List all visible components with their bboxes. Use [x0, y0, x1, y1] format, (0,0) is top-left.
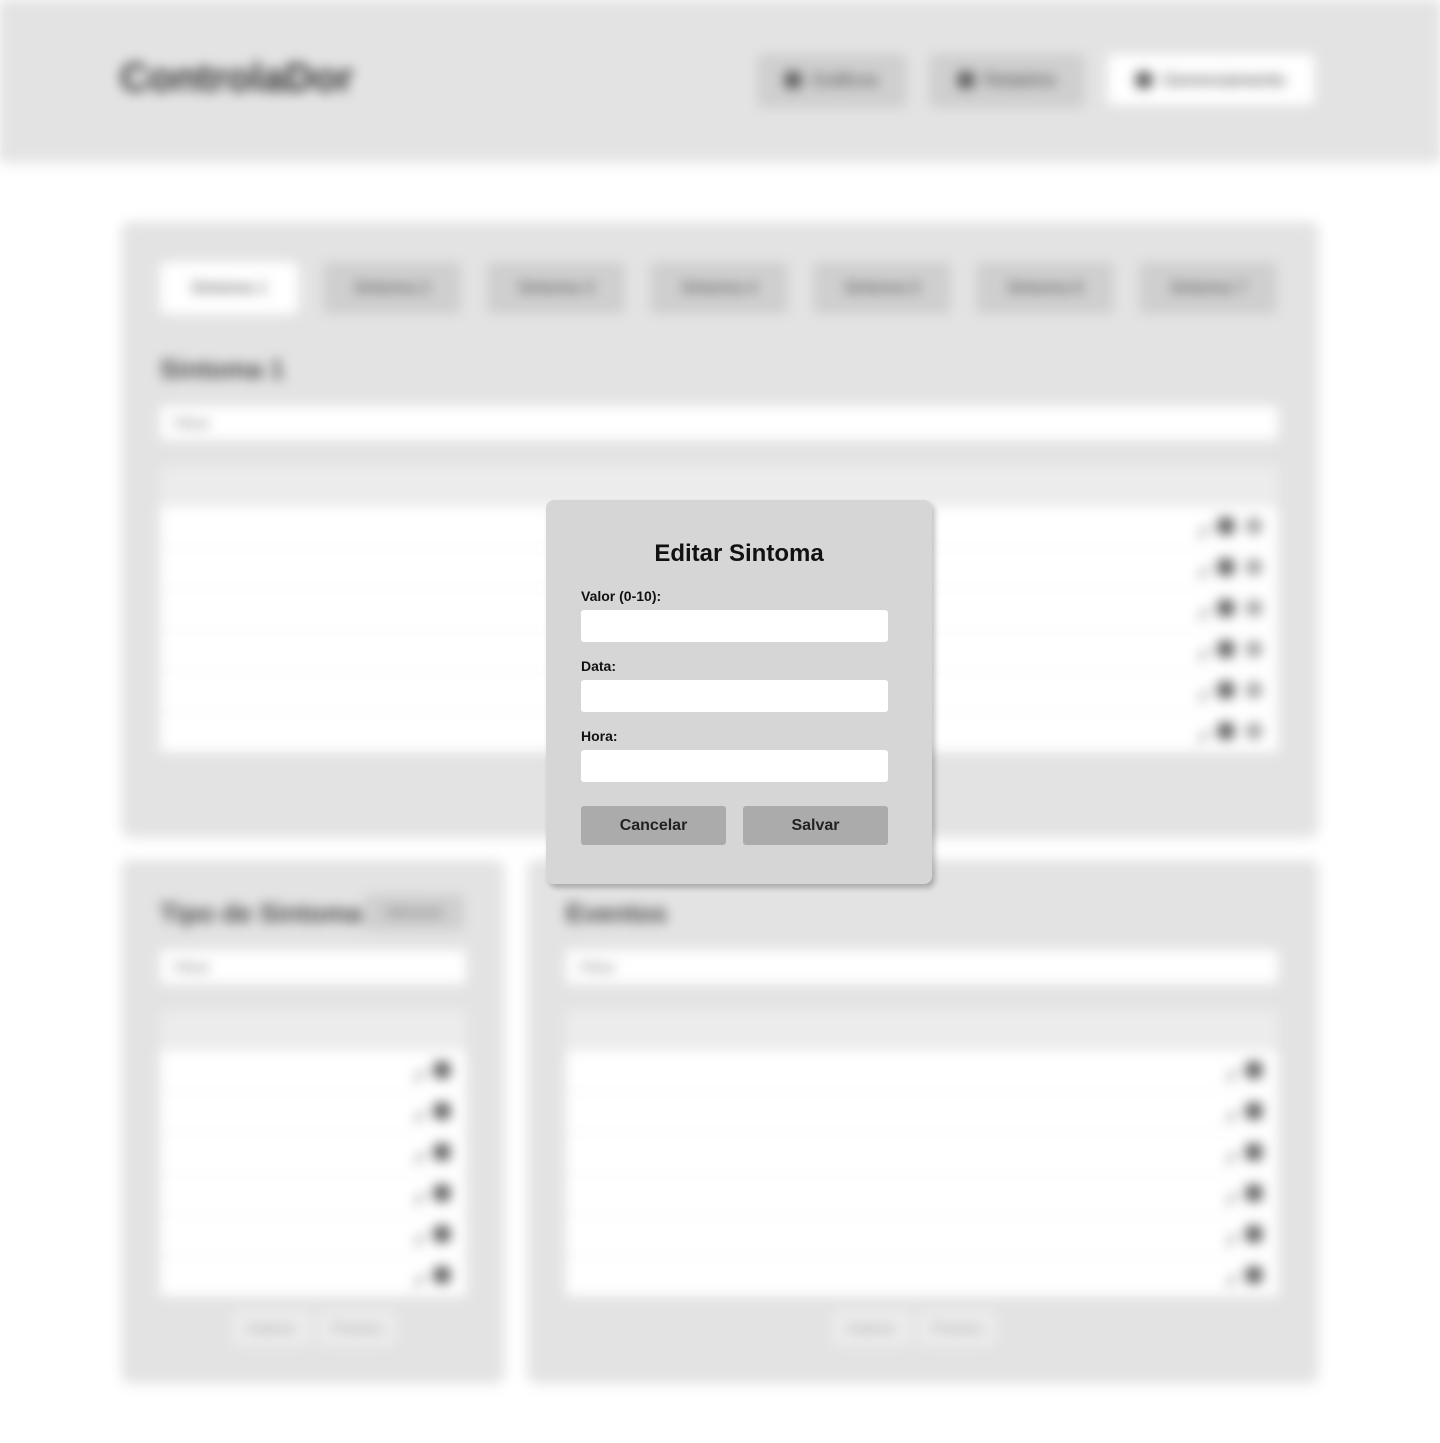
date-input[interactable] [581, 680, 888, 712]
settings-icon [1136, 72, 1153, 88]
nav-graficos-button[interactable]: Gráficos [758, 54, 906, 106]
symptom-types-next-button[interactable]: Próximo [318, 1310, 396, 1346]
edit-icon[interactable] [1188, 679, 1210, 702]
table-row [566, 1091, 1278, 1132]
edit-icon[interactable] [404, 1059, 426, 1082]
table-row [160, 1255, 466, 1296]
view-icon[interactable] [1246, 682, 1262, 698]
delete-icon[interactable] [1218, 518, 1234, 534]
delete-icon[interactable] [1246, 1103, 1262, 1119]
value-input[interactable] [581, 610, 888, 642]
events-title: Eventos [566, 898, 668, 928]
report-icon [957, 72, 974, 88]
edit-icon[interactable] [1216, 1059, 1238, 1082]
symptom-types-prev-button[interactable]: Anterior [232, 1310, 310, 1346]
add-symptom-type-button[interactable]: Adicionar [364, 894, 464, 930]
table-row [160, 1132, 466, 1173]
table-row [566, 1050, 1278, 1091]
delete-icon[interactable] [434, 1185, 450, 1201]
view-icon[interactable] [1246, 723, 1262, 739]
save-button[interactable]: Salvar [743, 806, 888, 845]
delete-icon[interactable] [434, 1144, 450, 1160]
delete-icon[interactable] [1218, 559, 1234, 575]
nav-gerenciamento-label: Gerenciamento [1162, 69, 1286, 90]
tab-sintoma-2[interactable]: Sintoma 2 [323, 262, 461, 314]
value-label: Valor (0-10): [581, 588, 662, 604]
edit-icon[interactable] [404, 1141, 426, 1164]
edit-icon[interactable] [1216, 1182, 1238, 1205]
events-next-button[interactable]: Próximo [918, 1310, 996, 1346]
delete-icon[interactable] [1218, 641, 1234, 657]
delete-icon[interactable] [1246, 1267, 1262, 1283]
edit-icon[interactable] [404, 1264, 426, 1287]
symptom-search-input[interactable] [160, 406, 1278, 440]
tab-sintoma-1[interactable]: Sintoma 1 [160, 262, 298, 314]
table-header [566, 1010, 1278, 1050]
edit-icon[interactable] [1216, 1264, 1238, 1287]
chart-icon [785, 72, 802, 88]
table-header [160, 1010, 466, 1050]
edit-icon[interactable] [404, 1182, 426, 1205]
delete-icon[interactable] [434, 1103, 450, 1119]
edit-icon[interactable] [1188, 638, 1210, 661]
delete-icon[interactable] [434, 1062, 450, 1078]
date-label: Data: [581, 658, 617, 674]
events-search-input[interactable] [566, 950, 1278, 984]
edit-icon[interactable] [1188, 556, 1210, 579]
cancel-button[interactable]: Cancelar [581, 806, 726, 845]
delete-icon[interactable] [1246, 1185, 1262, 1201]
view-icon[interactable] [1246, 600, 1262, 616]
table-row [160, 1050, 466, 1091]
delete-icon[interactable] [1218, 723, 1234, 739]
modal-title: Editar Sintoma [654, 540, 824, 567]
nav-relatorio-button[interactable]: Relatório [930, 54, 1084, 106]
events-prev-button[interactable]: Anterior [832, 1310, 910, 1346]
table-row [566, 1132, 1278, 1173]
brand-logo: ControlaDor [120, 56, 354, 100]
top-header: ControlaDor Gráficos Relatório Gerenciam… [0, 0, 1440, 160]
table-row [566, 1173, 1278, 1214]
tab-sintoma-4[interactable]: Sintoma 4 [650, 262, 788, 314]
edit-icon[interactable] [1216, 1223, 1238, 1246]
nav-graficos-label: Gráficos [811, 69, 879, 90]
symptom-types-search-input[interactable] [160, 950, 466, 984]
tab-sintoma-5[interactable]: Sintoma 5 [813, 262, 951, 314]
edit-symptom-modal: Editar Sintoma Valor (0-10): Data: Hora:… [546, 500, 932, 884]
time-input[interactable] [581, 750, 888, 782]
table-row [566, 1255, 1278, 1296]
edit-icon[interactable] [1188, 597, 1210, 620]
table-row [160, 1214, 466, 1255]
symptom-title: Sintoma 1 [160, 354, 285, 384]
table-row [566, 1214, 1278, 1255]
nav-gerenciamento-button[interactable]: Gerenciamento [1107, 54, 1315, 106]
delete-icon[interactable] [1246, 1144, 1262, 1160]
delete-icon[interactable] [434, 1267, 450, 1283]
tab-sintoma-7[interactable]: Sintoma 7 [1139, 262, 1277, 314]
view-icon[interactable] [1246, 518, 1262, 534]
tab-sintoma-3[interactable]: Sintoma 3 [487, 262, 625, 314]
edit-icon[interactable] [404, 1100, 426, 1123]
table-row [160, 1173, 466, 1214]
edit-icon[interactable] [1188, 515, 1210, 538]
view-icon[interactable] [1246, 559, 1262, 575]
edit-icon[interactable] [404, 1223, 426, 1246]
delete-icon[interactable] [1246, 1226, 1262, 1242]
nav-relatorio-label: Relatório [983, 69, 1057, 90]
table-row [160, 1091, 466, 1132]
delete-icon[interactable] [1218, 600, 1234, 616]
edit-icon[interactable] [1188, 720, 1210, 743]
edit-icon[interactable] [1216, 1141, 1238, 1164]
symptom-types-title: Tipo de Sintoma [160, 898, 362, 928]
edit-icon[interactable] [1216, 1100, 1238, 1123]
events-table [566, 1010, 1278, 1296]
tab-sintoma-6[interactable]: Sintoma 6 [976, 262, 1114, 314]
view-icon[interactable] [1246, 641, 1262, 657]
delete-icon[interactable] [434, 1226, 450, 1242]
delete-icon[interactable] [1246, 1062, 1262, 1078]
delete-icon[interactable] [1218, 682, 1234, 698]
symptom-types-table [160, 1010, 466, 1296]
time-label: Hora: [581, 728, 618, 744]
